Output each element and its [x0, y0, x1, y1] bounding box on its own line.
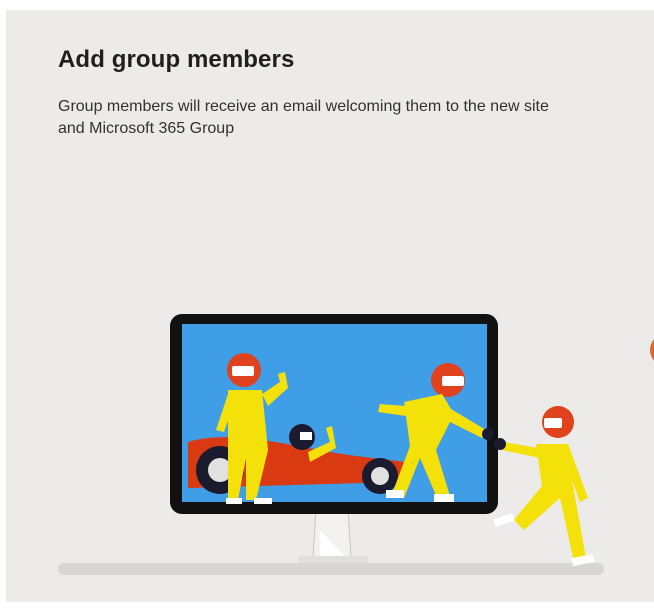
add-members-panel: Add group members Group members will rec… — [6, 10, 654, 602]
edge-avatar — [650, 339, 654, 361]
figure3-glove — [494, 438, 506, 450]
figure1-visor — [232, 366, 254, 376]
team-handoff-illustration — [58, 314, 654, 575]
figure3-arm-reach — [502, 442, 540, 458]
figure2-glove — [482, 428, 494, 440]
monitor-base — [298, 556, 368, 563]
figure1-shoe-right — [254, 498, 272, 504]
car-wheel-front-hub — [371, 467, 389, 485]
figure2-visor — [442, 376, 464, 386]
figure3-visor — [544, 418, 562, 428]
floor-shadow — [58, 563, 604, 575]
figure2-shoe-left — [386, 490, 404, 498]
figure3-body — [514, 444, 588, 562]
figure2-shoe-right — [434, 494, 454, 502]
figure3-shoe-back — [493, 512, 515, 528]
figure1-shoe-left — [226, 498, 242, 504]
driver-visor — [300, 432, 312, 440]
